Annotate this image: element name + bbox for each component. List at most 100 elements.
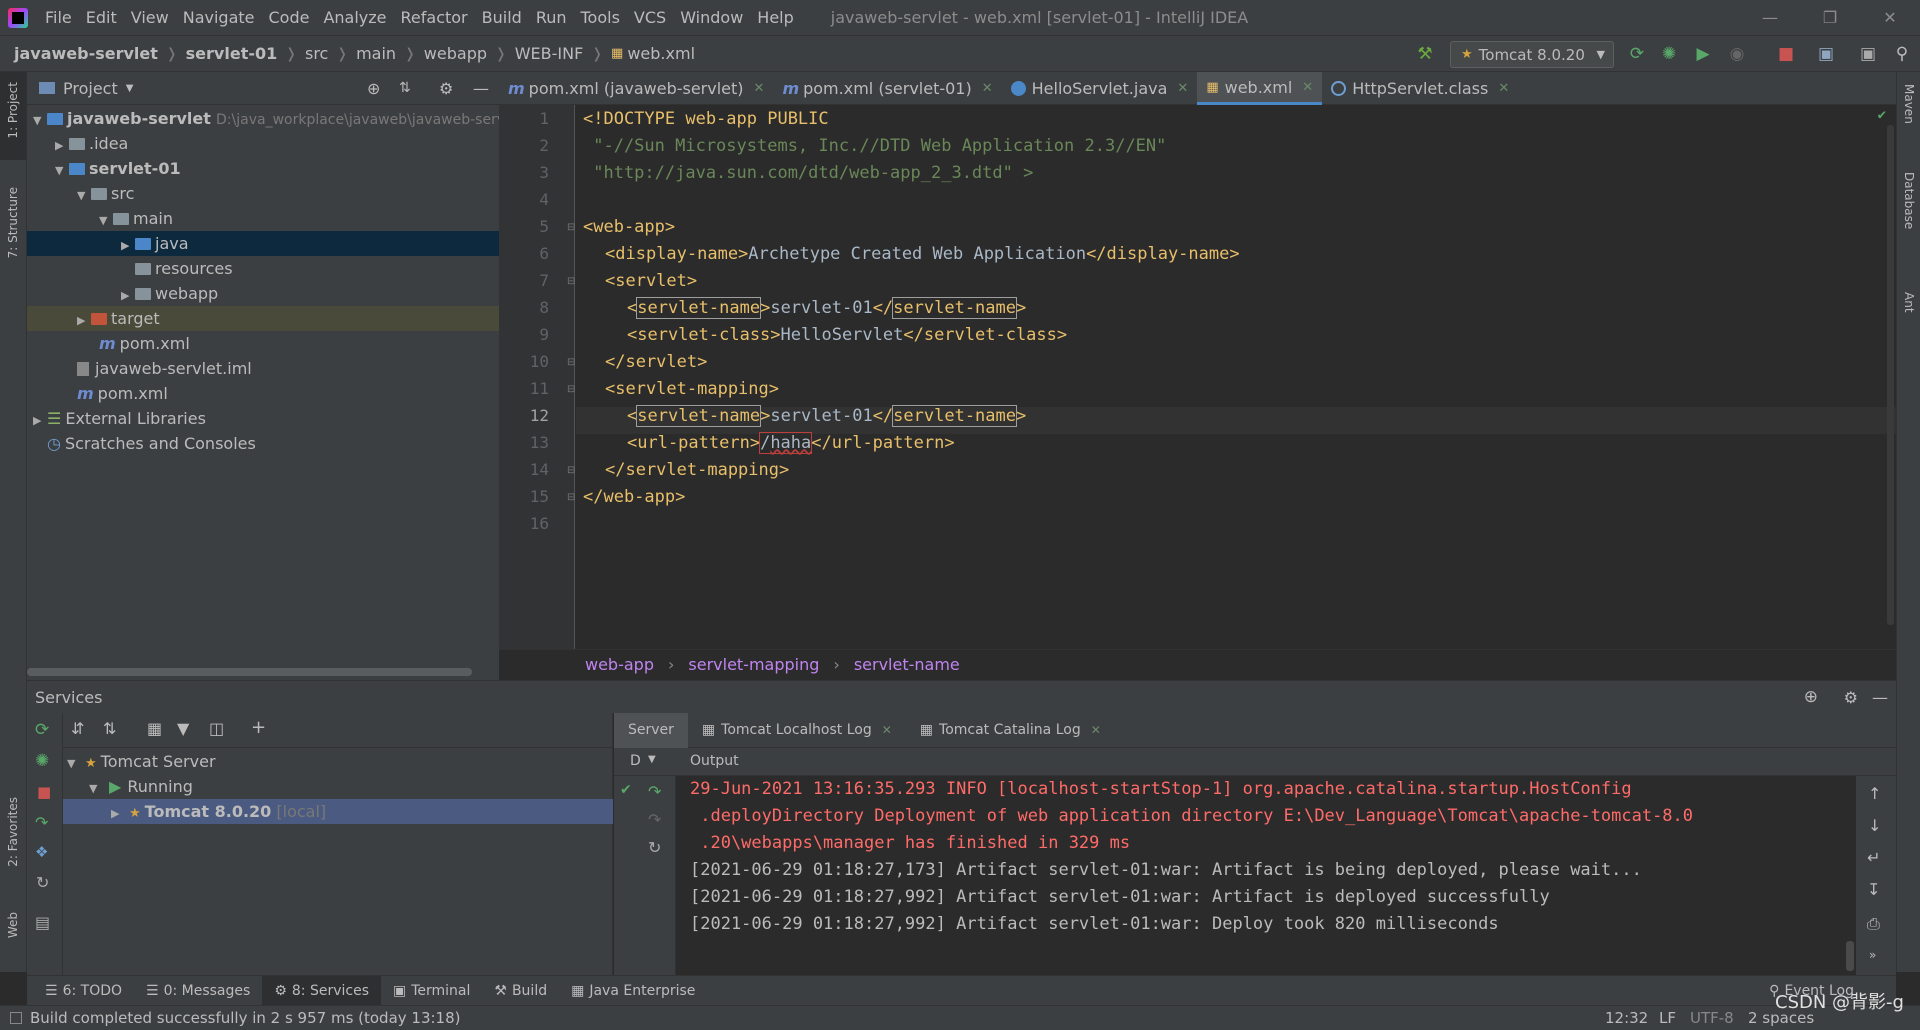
- close-tab-icon[interactable]: ✕: [882, 723, 892, 737]
- print-icon[interactable]: ⎙: [1867, 914, 1880, 934]
- fold-marker-icon[interactable]: ⊟: [567, 276, 575, 287]
- menu-run[interactable]: Run: [529, 8, 574, 27]
- undeploy-icon[interactable]: ↷: [648, 810, 661, 829]
- run-configuration-select[interactable]: ★ Tomcat 8.0.20 ▼: [1450, 41, 1614, 68]
- horizontal-scrollbar[interactable]: [27, 668, 472, 676]
- tree-item-tomcat-instance[interactable]: ▶ ★ Tomcat 8.0.20 [local]: [63, 799, 613, 824]
- ant-tool-tab[interactable]: Ant: [1902, 292, 1916, 313]
- tab-httpservlet-class[interactable]: HttpServlet.class ✕: [1322, 72, 1518, 105]
- menu-code[interactable]: Code: [262, 8, 317, 27]
- hide-icon[interactable]: —: [1872, 688, 1888, 707]
- restore-icon[interactable]: ❐: [1800, 0, 1860, 35]
- menu-analyze[interactable]: Analyze: [316, 8, 393, 27]
- menu-view[interactable]: View: [124, 8, 176, 27]
- database-tool-tab[interactable]: Database: [1902, 172, 1916, 229]
- deploy-icon[interactable]: ↷: [35, 813, 48, 832]
- menu-vcs[interactable]: VCS: [627, 8, 673, 27]
- fold-marker-icon[interactable]: ⊟: [567, 222, 575, 233]
- favorites-tool-tab[interactable]: 2: Favorites: [6, 797, 20, 867]
- menu-build[interactable]: Build: [475, 8, 529, 27]
- debug-icon[interactable]: ✺: [1659, 44, 1679, 64]
- layout-icon[interactable]: ▤: [35, 913, 50, 932]
- close-icon[interactable]: ✕: [1860, 0, 1920, 35]
- menu-file[interactable]: File: [38, 8, 79, 27]
- gear-icon[interactable]: ⚙: [439, 79, 453, 98]
- xml-crumb-web-app[interactable]: web-app: [585, 655, 654, 674]
- tab-helloservlet[interactable]: HelloServlet.java ✕: [1002, 72, 1198, 105]
- status-message[interactable]: Build completed successfully in 2 s 957 …: [30, 1009, 461, 1027]
- close-tab-icon[interactable]: ✕: [982, 81, 993, 96]
- inspection-ok-icon[interactable]: ✔: [1878, 107, 1886, 123]
- xml-crumb-servlet-name[interactable]: servlet-name: [854, 655, 960, 674]
- close-tab-icon[interactable]: ✕: [754, 81, 765, 96]
- expand-all-icon[interactable]: ⇵: [71, 719, 84, 738]
- close-tab-icon[interactable]: ✕: [1177, 81, 1188, 96]
- new-tab-icon[interactable]: ◫: [209, 719, 224, 738]
- tree-item-pom-root[interactable]: m pom.xml: [27, 381, 499, 406]
- tab-localhost-log[interactable]: ▦ Tomcat Localhost Log ✕: [688, 713, 906, 748]
- breadcrumb-project[interactable]: javaweb-servlet: [14, 44, 158, 63]
- filter-icon[interactable]: ▼: [177, 719, 189, 738]
- tab-web-xml[interactable]: ▦ web.xml ✕: [1197, 72, 1323, 105]
- code-editor[interactable]: <!DOCTYPE web-app PUBLIC "-//Sun Microsy…: [576, 105, 1896, 649]
- close-tab-icon[interactable]: ✕: [1091, 723, 1101, 737]
- close-tab-icon[interactable]: ✕: [1302, 80, 1313, 95]
- menu-tools[interactable]: Tools: [574, 8, 627, 27]
- web-tool-tab[interactable]: Web: [6, 912, 20, 938]
- project-tool-tab[interactable]: 1: Project: [6, 82, 20, 139]
- breadcrumb-file[interactable]: web.xml: [627, 44, 695, 63]
- menu-edit[interactable]: Edit: [79, 8, 124, 27]
- tab-server[interactable]: Server: [614, 712, 688, 748]
- xml-crumb-servlet-mapping[interactable]: servlet-mapping: [688, 655, 819, 674]
- collapse-all-icon[interactable]: ⇅: [103, 719, 116, 738]
- menu-help[interactable]: Help: [750, 8, 800, 27]
- build-hammer-icon[interactable]: ⚒: [1415, 44, 1435, 64]
- scroll-up-icon[interactable]: ↑: [1868, 784, 1881, 803]
- tree-item-external-libraries[interactable]: ▶ ☰ External Libraries: [27, 406, 499, 431]
- hide-icon[interactable]: —: [473, 79, 489, 98]
- vertical-scrollbar[interactable]: [1887, 125, 1894, 625]
- tree-item-pom-module[interactable]: m pom.xml: [27, 331, 499, 356]
- structure-tool-tab[interactable]: 7: Structure: [6, 187, 20, 258]
- project-structure-icon[interactable]: ▣: [1816, 44, 1836, 64]
- menu-window[interactable]: Window: [673, 8, 750, 27]
- scroll-down-icon[interactable]: ↓: [1868, 816, 1881, 835]
- more-icon[interactable]: »: [1869, 948, 1876, 962]
- tree-item-main[interactable]: ▼ main: [27, 206, 499, 231]
- menu-refactor[interactable]: Refactor: [394, 8, 475, 27]
- console-output[interactable]: 29-Jun-2021 13:16:35.293 INFO [localhost…: [676, 776, 1856, 975]
- terminal-icon[interactable]: ▣: [1858, 44, 1878, 64]
- group-by-icon[interactable]: ▦: [147, 719, 162, 738]
- file-encoding[interactable]: UTF-8: [1690, 1009, 1734, 1027]
- maven-tool-tab[interactable]: Maven: [1902, 84, 1916, 124]
- tree-item-java[interactable]: ▶ java: [27, 231, 499, 256]
- tree-item-target[interactable]: ▶ target: [27, 306, 499, 331]
- tree-item-resources[interactable]: resources: [27, 256, 499, 281]
- tree-item-tomcat-server[interactable]: ▼ ★ Tomcat Server: [63, 749, 613, 774]
- rerun-icon[interactable]: ⟳: [35, 720, 49, 740]
- project-view-select[interactable]: Project: [63, 79, 118, 98]
- search-icon[interactable]: ⚲: [1892, 44, 1912, 64]
- horizontal-scrollbar[interactable]: [1846, 941, 1854, 971]
- tree-item-idea[interactable]: ▶ .idea: [27, 131, 499, 156]
- tab-pom-servlet-01[interactable]: m pom.xml (servlet-01) ✕: [773, 72, 1001, 105]
- fold-marker-icon[interactable]: ⊟: [567, 357, 575, 368]
- tab-catalina-log[interactable]: ▦ Tomcat Catalina Log ✕: [906, 713, 1115, 748]
- artifacts-icon[interactable]: ❖: [35, 843, 48, 861]
- tree-item-root[interactable]: ▼ javaweb-servlet D:\java_workplace\javaw…: [27, 106, 505, 131]
- minimize-icon[interactable]: —: [1740, 0, 1800, 35]
- tool-tab-java-enterprise[interactable]: ▦ Java Enterprise: [559, 976, 707, 1006]
- coverage-icon[interactable]: ▶: [1693, 44, 1713, 64]
- menu-navigate[interactable]: Navigate: [176, 8, 262, 27]
- fold-marker-icon[interactable]: ⊟: [567, 465, 575, 476]
- caret-position[interactable]: 12:32: [1605, 1009, 1648, 1027]
- chevron-down-icon[interactable]: ▼: [648, 754, 656, 765]
- breadcrumb-module[interactable]: servlet-01: [186, 44, 278, 63]
- tab-pom-javaweb-servlet[interactable]: m pom.xml (javaweb-servlet) ✕: [499, 72, 773, 105]
- line-separator[interactable]: LF: [1659, 1009, 1676, 1027]
- tool-tab-messages[interactable]: ☰ 0: Messages: [134, 976, 262, 1006]
- add-service-icon[interactable]: +: [251, 717, 266, 738]
- fold-marker-icon[interactable]: ⊟: [567, 492, 575, 503]
- breadcrumb-web-inf[interactable]: WEB-INF: [515, 44, 584, 63]
- globe-icon[interactable]: ⊕: [1804, 687, 1818, 707]
